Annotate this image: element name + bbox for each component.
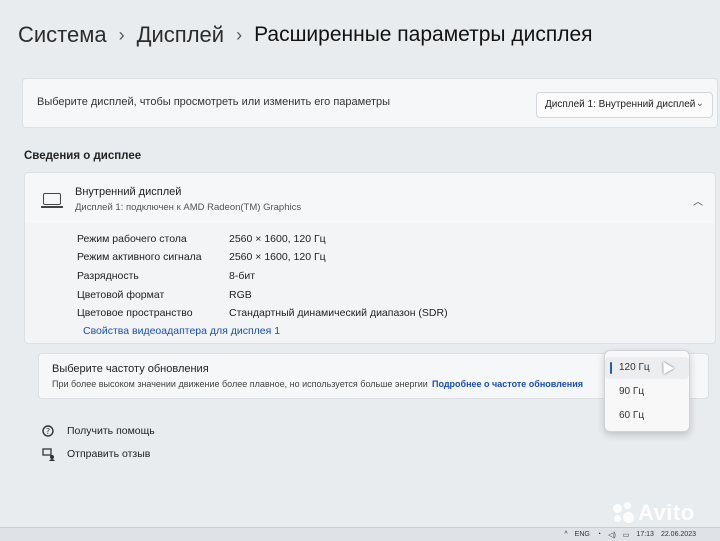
avito-logo-icon [612, 502, 634, 524]
row-value: RGB [229, 289, 252, 301]
chevron-up-icon[interactable]: ︿ [693, 193, 703, 208]
breadcrumb-system[interactable]: Система [18, 22, 107, 48]
select-display-card: Выберите дисплей, чтобы просмотреть или … [22, 78, 718, 128]
row-value: 2560 × 1600, 120 Гц [229, 251, 326, 263]
display-connection: Дисплей 1: подключен к AMD Radeon(TM) Gr… [75, 202, 302, 213]
row-value: 2560 × 1600, 120 Гц [229, 233, 326, 245]
chevron-right-icon: › [236, 24, 243, 45]
get-help-link[interactable]: ? Получить помощь [42, 424, 155, 438]
taskbar: ^ ENG ◔ ◁) ▭ 17:13 22.06.2023 [0, 527, 720, 541]
refresh-option-120[interactable]: 120 Гц [605, 357, 689, 379]
breadcrumb-display[interactable]: Дисплей [137, 22, 224, 48]
refresh-option-60[interactable]: 60 Гц [605, 405, 689, 427]
display-dropdown-value: Дисплей 1: Внутренний дисплей [545, 99, 696, 110]
clock-time[interactable]: 17:13 [636, 531, 654, 538]
display-dropdown[interactable]: Дисплей 1: Внутренний дисплей ⌄ [536, 92, 713, 118]
wifi-icon[interactable]: ◔ [597, 531, 601, 538]
row-label: Разрядность [77, 270, 139, 282]
help-icon: ? [42, 424, 56, 438]
system-tray: ^ ENG ◔ ◁) ▭ 17:13 22.06.2023 [564, 528, 696, 541]
adapter-properties-link[interactable]: Свойства видеоадаптера для дисплея 1 [83, 325, 280, 337]
feedback-icon [42, 447, 56, 461]
refresh-option-label: 60 Гц [619, 410, 645, 421]
breadcrumb: Система › Дисплей › Расширенные параметр… [18, 22, 593, 48]
avito-wordmark: Avito [638, 500, 695, 525]
battery-icon[interactable]: ▭ [623, 531, 630, 539]
row-value: 8-бит [229, 270, 256, 282]
display-info-header[interactable]: Внутренний дисплей Дисплей 1: подключен … [24, 172, 716, 224]
refresh-option-label: 120 Гц [619, 362, 650, 373]
refresh-rate-dropdown-menu: 120 Гц 90 Гц 60 Гц [604, 350, 690, 432]
row-label: Режим активного сигнала [77, 251, 202, 263]
row-label: Цветовое пространство [77, 307, 193, 319]
display-info-details: Режим рабочего стола 2560 × 1600, 120 Гц… [24, 223, 716, 344]
send-feedback-link[interactable]: Отправить отзыв [42, 447, 150, 461]
select-display-label: Выберите дисплей, чтобы просмотреть или … [37, 96, 391, 108]
row-label: Режим рабочего стола [77, 233, 187, 245]
refresh-option-90[interactable]: 90 Гц [605, 381, 689, 403]
volume-icon[interactable]: ◁) [608, 531, 616, 539]
display-name: Внутренний дисплей [75, 186, 182, 198]
svg-text:?: ? [46, 427, 50, 436]
refresh-rate-title: Выберите частоту обновления [52, 363, 209, 375]
refresh-rate-learn-more-link[interactable]: Подробнее о частоте обновления [432, 379, 583, 389]
chevron-down-icon: ⌄ [695, 98, 704, 109]
section-title-display-info: Сведения о дисплее [24, 150, 142, 162]
row-value: Стандартный динамический диапазон (SDR) [229, 307, 448, 319]
chevron-right-icon: › [118, 24, 125, 45]
avito-watermark: Avito [612, 500, 695, 526]
monitor-icon [41, 193, 63, 208]
clock-date[interactable]: 22.06.2023 [661, 531, 696, 538]
page-title: Расширенные параметры дисплея [254, 23, 593, 46]
get-help-label: Получить помощь [67, 425, 155, 437]
row-label: Цветовой формат [77, 289, 165, 301]
refresh-option-label: 90 Гц [619, 386, 645, 397]
chevron-up-icon[interactable]: ^ [564, 531, 567, 538]
send-feedback-label: Отправить отзыв [67, 448, 151, 460]
refresh-rate-description: При более высоком значении движение боле… [52, 379, 428, 389]
language-indicator[interactable]: ENG [575, 531, 590, 538]
